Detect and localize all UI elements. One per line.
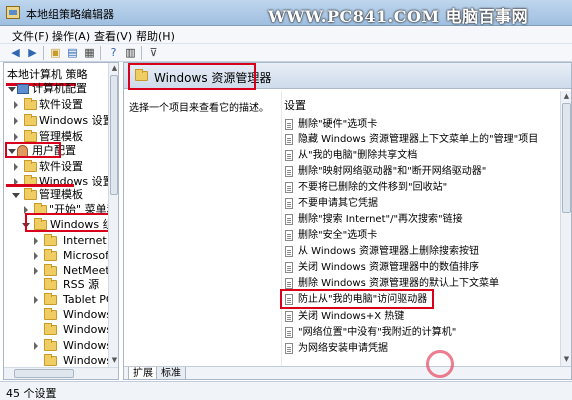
policy-setting-icon bbox=[285, 262, 293, 273]
highlight-box bbox=[280, 289, 434, 309]
scroll-up-icon[interactable]: ▲ bbox=[562, 92, 571, 101]
computer-icon bbox=[17, 84, 29, 94]
title-bar[interactable]: 本地组策略编辑器 WWW.PC841.COM 电脑百事网 bbox=[0, 0, 572, 26]
menu-view[interactable]: 查看(V) bbox=[94, 28, 132, 44]
filter-icon[interactable]: ⊽ bbox=[146, 46, 161, 60]
forward-arrow-icon[interactable]: ▶ bbox=[25, 46, 40, 60]
folder-icon bbox=[44, 264, 57, 276]
policy-setting-icon bbox=[285, 119, 293, 130]
policy-setting-icon bbox=[285, 327, 293, 338]
window-title: 本地组策略编辑器 bbox=[26, 8, 114, 21]
tab-standard[interactable]: 标准 bbox=[156, 367, 186, 379]
folder-icon bbox=[24, 160, 37, 172]
policy-setting-icon bbox=[285, 311, 293, 322]
folder-icon bbox=[44, 249, 57, 261]
toolbar-separator bbox=[100, 46, 101, 60]
scroll-thumb[interactable] bbox=[14, 369, 74, 378]
policy-setting-icon bbox=[285, 150, 293, 161]
toolbar: ◀ ▶ ▣ ▤ ▦ ? ▥ ⊽ bbox=[0, 44, 572, 62]
up-folder-icon[interactable]: ▣ bbox=[48, 46, 63, 60]
settings-vertical-scrollbar[interactable]: ▲ ▼ bbox=[560, 91, 571, 366]
expand-arrow-icon[interactable] bbox=[14, 101, 18, 109]
folder-icon bbox=[24, 130, 37, 142]
site-watermark: WWW.PC841.COM 电脑百事网 bbox=[268, 7, 529, 26]
tree-node-computer-config[interactable]: 计算机配置 bbox=[6, 81, 116, 97]
tree-vertical-scrollbar[interactable]: ▲ ▼ bbox=[108, 63, 118, 367]
logo-circle-icon bbox=[426, 350, 454, 378]
settings-count: 45 个设置 bbox=[6, 387, 57, 400]
help-icon[interactable]: ? bbox=[106, 46, 121, 60]
scroll-thumb[interactable] bbox=[110, 75, 118, 195]
policy-setting-icon bbox=[285, 214, 293, 225]
folder-icon bbox=[44, 308, 57, 320]
folder-icon bbox=[44, 234, 57, 246]
menu-bar: 文件(F) 操作(A) 查看(V) 帮助(H) bbox=[0, 26, 572, 44]
tree-horizontal-scrollbar[interactable] bbox=[4, 367, 118, 379]
folder-icon bbox=[44, 278, 57, 290]
back-arrow-icon[interactable]: ◀ bbox=[8, 46, 23, 60]
expand-arrow-icon[interactable] bbox=[34, 342, 38, 350]
folder-icon bbox=[44, 339, 57, 351]
settings-list[interactable]: 设置 删除"硬件"选项卡 隐藏 Windows 资源管理器上下文菜单上的"管理"… bbox=[280, 91, 559, 367]
expand-arrow-icon[interactable] bbox=[34, 252, 38, 260]
folder-icon bbox=[44, 354, 57, 366]
policy-setting-icon bbox=[285, 182, 293, 193]
expand-arrow-icon[interactable] bbox=[34, 267, 38, 275]
expand-arrow-icon[interactable] bbox=[14, 117, 18, 125]
folder-icon bbox=[24, 188, 37, 200]
column-header-settings[interactable]: 设置 bbox=[284, 97, 306, 113]
properties-icon[interactable]: ▥ bbox=[123, 46, 138, 60]
scroll-down-icon[interactable]: ▼ bbox=[110, 356, 118, 365]
expand-arrow-icon[interactable] bbox=[34, 237, 38, 245]
policy-setting-icon bbox=[285, 166, 293, 177]
policy-setting-icon bbox=[285, 343, 293, 354]
toolbar-separator bbox=[43, 46, 44, 60]
highlight-box bbox=[25, 213, 112, 232]
scroll-up-icon[interactable]: ▲ bbox=[110, 64, 118, 73]
policy-editor-icon bbox=[6, 6, 20, 19]
policy-setting-icon bbox=[285, 246, 293, 257]
description-text: 选择一个项目来查看它的描述。 bbox=[129, 103, 269, 114]
folder-icon bbox=[24, 114, 37, 126]
expand-arrow-icon[interactable] bbox=[12, 193, 20, 198]
show-hide-tree-icon[interactable]: ▤ bbox=[65, 46, 80, 60]
expand-arrow-icon[interactable] bbox=[14, 133, 18, 141]
folder-icon bbox=[24, 98, 37, 110]
folder-icon bbox=[44, 323, 57, 335]
pane-divider[interactable] bbox=[281, 91, 282, 367]
menu-help[interactable]: 帮助(H) bbox=[136, 28, 175, 44]
toolbar-separator bbox=[141, 46, 142, 60]
policy-tree[interactable]: 本地计算机 策略 计算机配置 软件设置 Windows 设置 管理模板 用户配置… bbox=[3, 62, 119, 380]
policy-setting-icon bbox=[285, 278, 293, 289]
policy-setting-icon bbox=[285, 198, 293, 209]
status-bar: 45 个设置 bbox=[0, 381, 572, 400]
export-list-icon[interactable]: ▦ bbox=[82, 46, 97, 60]
scroll-thumb[interactable] bbox=[562, 103, 571, 213]
folder-icon bbox=[44, 293, 57, 305]
highlight-box bbox=[5, 142, 61, 158]
corner-watermark-logo bbox=[426, 344, 566, 380]
tab-extended[interactable]: 扩展 bbox=[128, 367, 158, 379]
menu-file[interactable]: 文件(F) bbox=[12, 28, 49, 44]
menu-action[interactable]: 操作(A) bbox=[52, 28, 90, 44]
settings-pane: Windows 资源管理器 选择一个项目来查看它的描述。 设置 删除"硬件"选项… bbox=[123, 62, 572, 380]
expand-arrow-icon[interactable] bbox=[14, 163, 18, 171]
expand-arrow-icon[interactable] bbox=[34, 296, 38, 304]
policy-setting-icon bbox=[285, 230, 293, 241]
highlight-box bbox=[128, 63, 256, 90]
expand-arrow-icon[interactable] bbox=[8, 87, 16, 92]
policy-setting-icon bbox=[285, 134, 293, 145]
